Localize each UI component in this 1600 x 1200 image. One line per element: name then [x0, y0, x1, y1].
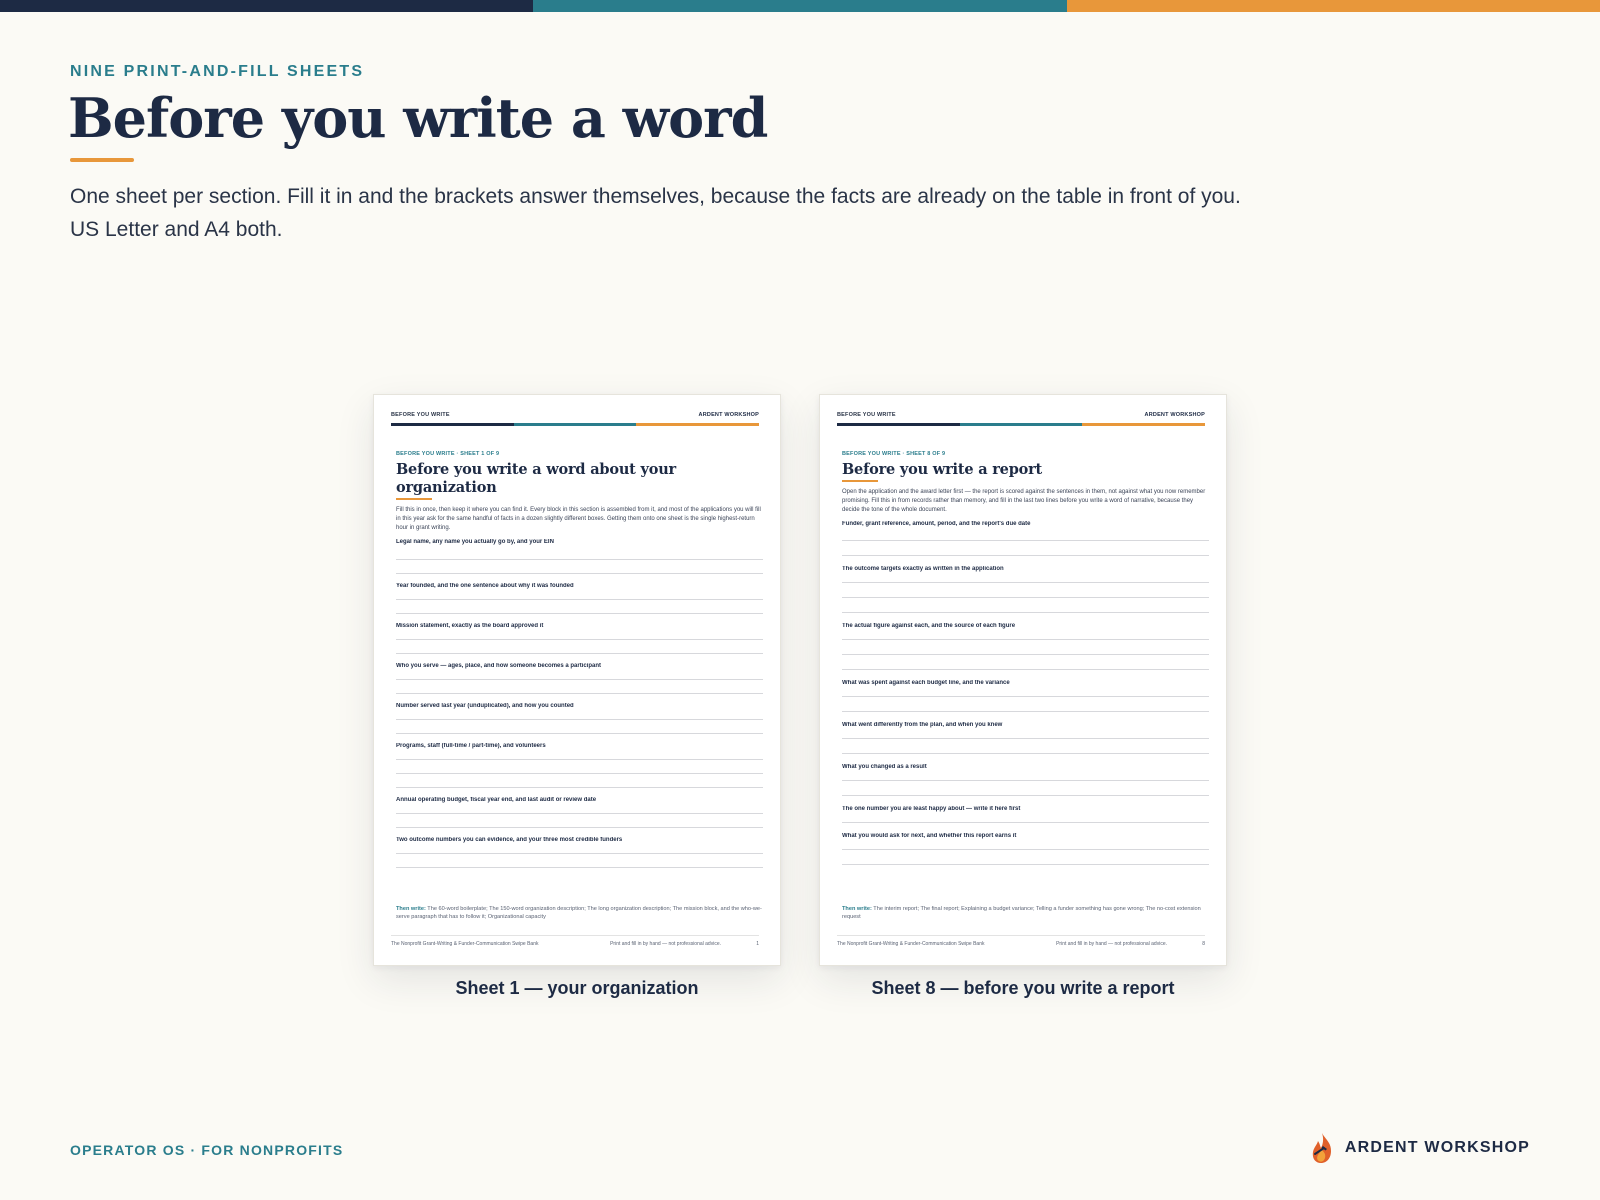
sheet-intro: Fill this in once, then keep it where yo… [396, 507, 761, 531]
sheet-eyebrow: BEFORE YOU WRITE · SHEET 1 OF 9 [396, 451, 500, 457]
fill-field: The actual figure against each, and the … [842, 623, 1209, 670]
sheet-title-underline [396, 498, 432, 500]
fill-field: Year founded, and the one sentence about… [396, 583, 763, 614]
fill-field: What went differently from the plan, and… [842, 722, 1209, 754]
fill-field: What was spent against each budget line,… [842, 680, 1209, 712]
top-bar-navy [0, 0, 534, 12]
sheet-header-left: BEFORE YOU WRITE [837, 412, 896, 418]
fill-field: What you changed as a result [842, 764, 1209, 796]
sheet-fields: Legal name, any name you actually go by,… [396, 539, 763, 868]
title-underline [70, 158, 134, 162]
sheet-footer-left: The Nonprofit Grant-Writing & Funder-Com… [391, 941, 539, 947]
sheet-footer: The Nonprofit Grant-Writing & Funder-Com… [391, 935, 759, 949]
sheet-eyebrow: BEFORE YOU WRITE · SHEET 8 OF 9 [842, 451, 946, 457]
sheet-accent-bar [391, 423, 760, 426]
fill-field: Mission statement, exactly as the board … [396, 623, 763, 654]
sheet-header-left: BEFORE YOU WRITE [391, 412, 450, 418]
sheet-footer-middle: Print and fill in by hand — not professi… [610, 941, 721, 947]
footer-product-label: OPERATOR OS · FOR NONPROFITS [70, 1142, 344, 1158]
fill-field: What you would ask for next, and whether… [842, 833, 1209, 865]
sheet-page-number: 1 [756, 941, 759, 947]
sheet-preview-8: BEFORE YOU WRITE ARDENT WORKSHOP BEFORE … [819, 394, 1227, 966]
page-title: Before you write a word [68, 86, 768, 150]
then-write-text: The interim report; The final report; Ex… [842, 906, 1201, 920]
sheet-footer-middle: Print and fill in by hand — not professi… [1056, 941, 1167, 947]
fill-field: Annual operating budget, fiscal year end… [396, 797, 763, 828]
sheet-preview-1: BEFORE YOU WRITE ARDENT WORKSHOP BEFORE … [373, 394, 781, 966]
sheet-footer: The Nonprofit Grant-Writing & Funder-Com… [837, 935, 1205, 949]
sheet-title: Before you write a word about your organ… [396, 461, 676, 496]
sheet-title: Before you write a report [842, 461, 1043, 478]
then-write-text: The 60-word boilerplate; The 150-word or… [396, 906, 762, 920]
sheet-footer-left: The Nonprofit Grant-Writing & Funder-Com… [837, 941, 985, 947]
sheet-accent-bar [837, 423, 1206, 426]
sheet-intro: Open the application and the award lette… [842, 489, 1206, 513]
brand-name: ARDENT WORKSHOP [1344, 1139, 1530, 1156]
then-write-label: Then write: [842, 906, 872, 912]
sheet-header-right: ARDENT WORKSHOP [1144, 412, 1205, 418]
sheet-header: BEFORE YOU WRITE ARDENT WORKSHOP [391, 412, 759, 420]
then-write-label: Then write: [396, 906, 426, 912]
page-lede: One sheet per section. Fill it in and th… [70, 185, 1241, 241]
top-bar-teal [533, 0, 1067, 12]
sheet-fields: Funder, grant reference, amount, period,… [842, 521, 1209, 865]
flame-logo-icon [1312, 1133, 1331, 1163]
sheet-title-underline [842, 480, 878, 482]
sheet-then-write: Then write: The interim report; The fina… [842, 905, 1209, 921]
top-bar-orange [1066, 0, 1600, 12]
fill-field: Who you serve — ages, place, and how som… [396, 663, 763, 694]
sheet-header-right: ARDENT WORKSHOP [698, 412, 759, 418]
sheet-caption-1: Sheet 1 — your organization [455, 978, 699, 998]
fill-field: Number served last year (unduplicated), … [396, 703, 763, 734]
fill-field: Funder, grant reference, amount, period,… [842, 521, 1209, 556]
sheet-body: BEFORE YOU WRITE · SHEET 1 OF 9 Before y… [396, 451, 763, 905]
fill-field: Legal name, any name you actually go by,… [396, 539, 763, 574]
top-accent-bar [0, 0, 1600, 12]
fill-field: Programs, staff (full-time / part-time),… [396, 743, 763, 788]
fill-field: Two outcome numbers you can evidence, an… [396, 837, 763, 868]
sheet-header: BEFORE YOU WRITE ARDENT WORKSHOP [837, 412, 1205, 420]
section-eyebrow: NINE PRINT-AND-FILL SHEETS [70, 63, 365, 80]
sheet-then-write: Then write: The 60-word boilerplate; The… [396, 905, 763, 921]
footer-brand: ARDENT WORKSHOP [1309, 1131, 1530, 1165]
sheet-page-number: 8 [1202, 941, 1205, 947]
fill-field: The one number you are least happy about… [842, 806, 1209, 823]
fill-field: The outcome targets exactly as written i… [842, 566, 1209, 613]
sheet-body: BEFORE YOU WRITE · SHEET 8 OF 9 Before y… [842, 451, 1209, 905]
sheet-caption-8: Sheet 8 — before you write a report [871, 978, 1175, 998]
